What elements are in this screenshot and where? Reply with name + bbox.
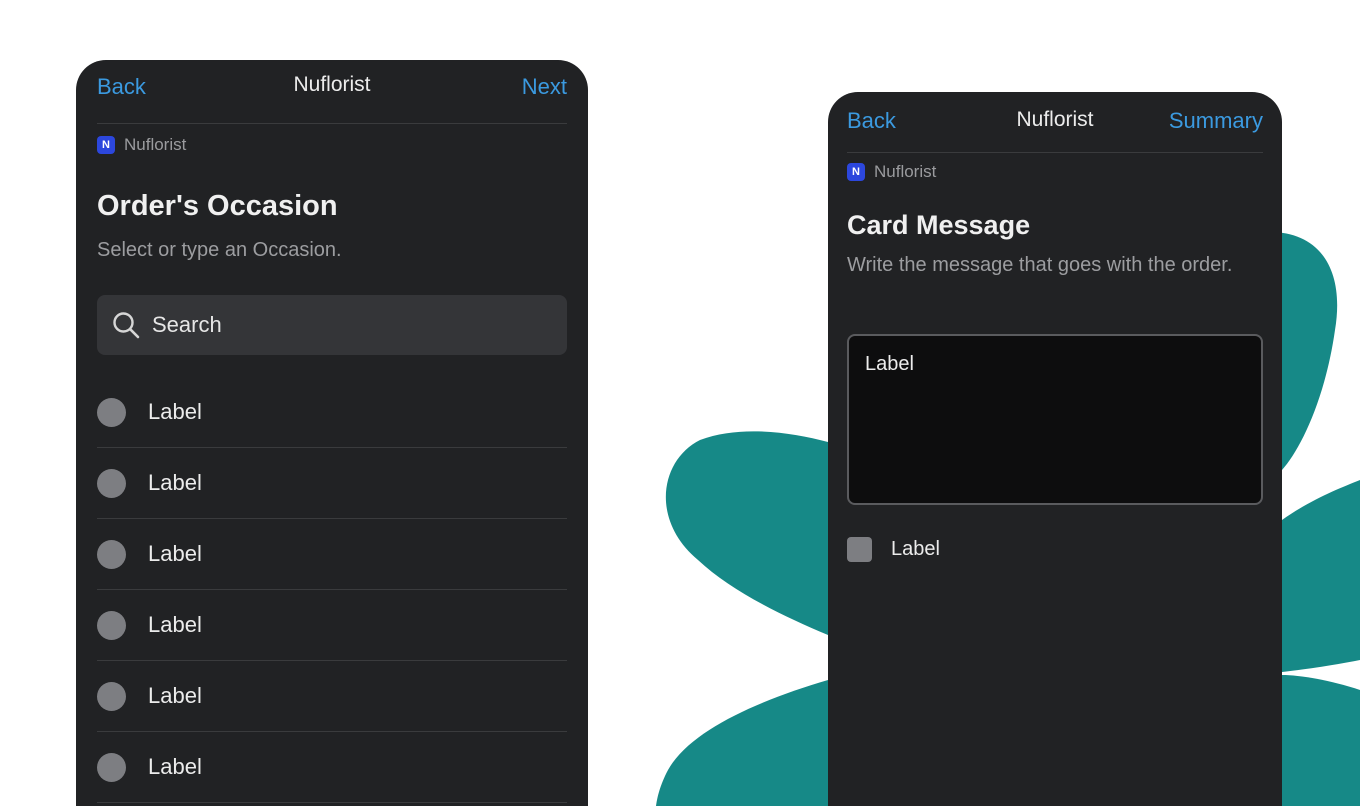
app-name: Nuflorist xyxy=(124,135,187,154)
radio-button[interactable] xyxy=(97,752,126,782)
occasion-option[interactable]: Label xyxy=(97,732,567,803)
app-logo-icon: N xyxy=(847,163,865,181)
search-input[interactable]: Search xyxy=(97,295,567,355)
radio-button[interactable] xyxy=(97,539,126,569)
option-label: Label xyxy=(148,541,202,566)
search-icon xyxy=(113,312,140,339)
app-tag: N Nuflorist xyxy=(847,162,936,182)
occasion-option[interactable]: Label xyxy=(97,590,567,661)
search-placeholder: Search xyxy=(152,312,222,337)
occasion-options-list: Label Label Label Label Label Label xyxy=(97,377,567,803)
nav-divider xyxy=(97,123,567,124)
nav-title: Nuflorist xyxy=(293,73,371,96)
card-message-textarea[interactable]: Label xyxy=(847,334,1263,505)
occasion-screen: Back Nuflorist Next N Nuflorist Order's … xyxy=(76,60,588,806)
radio-button[interactable] xyxy=(97,468,126,498)
page-subtitle: Select or type an Occasion. xyxy=(97,239,342,261)
option-label: Label xyxy=(148,470,202,495)
occasion-option[interactable]: Label xyxy=(97,661,567,732)
option-label: Label xyxy=(148,612,202,637)
page-title: Card Message xyxy=(847,210,1031,240)
checkbox[interactable] xyxy=(847,537,872,562)
next-button[interactable]: Next xyxy=(522,74,567,100)
app-name: Nuflorist xyxy=(874,162,937,181)
app-tag: N Nuflorist xyxy=(97,135,186,155)
nav-divider xyxy=(847,152,1263,153)
summary-button[interactable]: Summary xyxy=(1169,108,1263,134)
nav-bar: Back Nuflorist Next xyxy=(76,60,588,112)
option-label: Label xyxy=(148,754,202,779)
radio-button[interactable] xyxy=(97,610,126,640)
app-logo-icon: N xyxy=(97,136,115,154)
card-message-screen: Back Nuflorist Summary N Nuflorist Card … xyxy=(828,92,1282,806)
option-label: Label xyxy=(148,399,202,424)
page-subtitle: Write the message that goes with the ord… xyxy=(847,254,1233,276)
occasion-option[interactable]: Label xyxy=(97,377,567,448)
radio-button[interactable] xyxy=(97,681,126,711)
occasion-option[interactable]: Label xyxy=(97,519,567,590)
option-label: Label xyxy=(148,683,202,708)
occasion-option[interactable]: Label xyxy=(97,448,567,519)
nav-bar: Back Nuflorist Summary xyxy=(828,92,1282,144)
radio-button[interactable] xyxy=(97,397,126,427)
page-title: Order's Occasion xyxy=(97,190,338,222)
checkbox-label: Label xyxy=(891,538,940,560)
checkbox-row[interactable]: Label xyxy=(847,537,940,562)
